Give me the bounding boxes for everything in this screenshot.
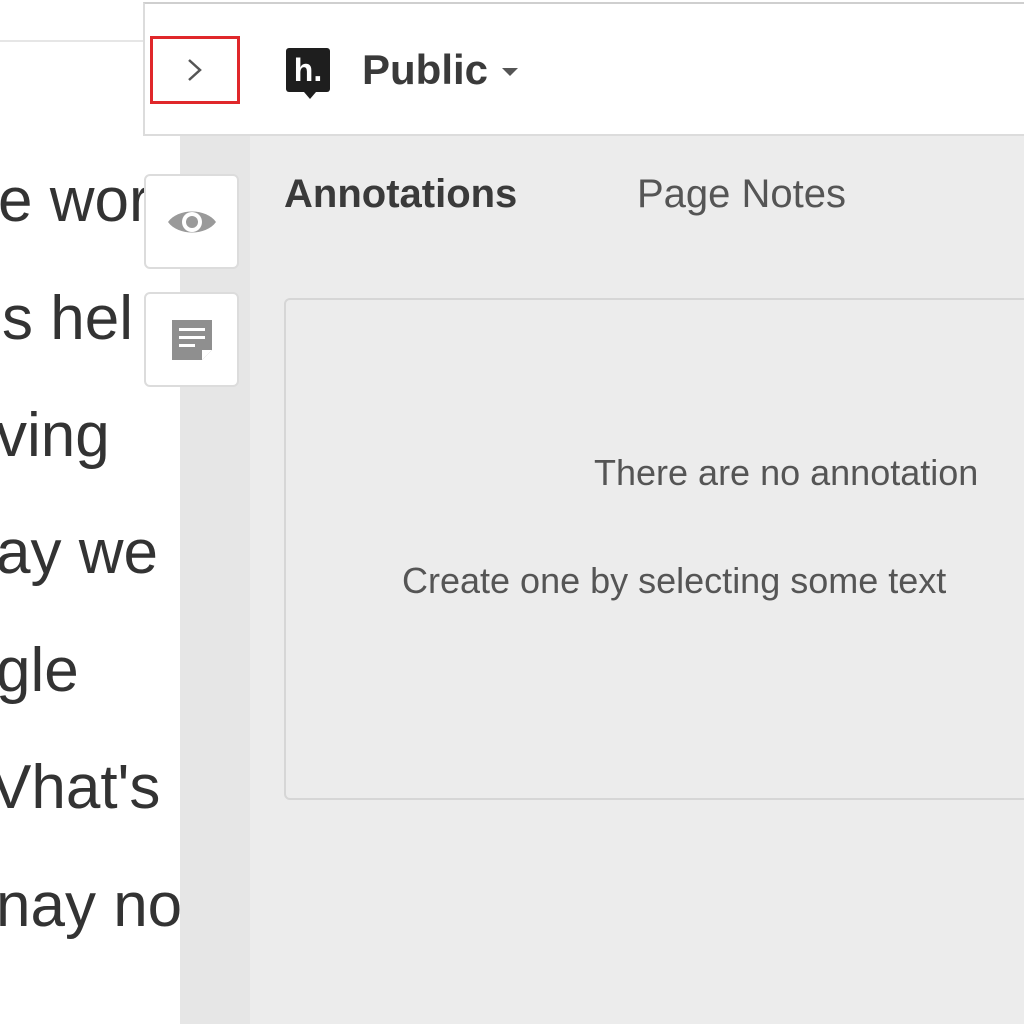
new-page-note-button[interactable] [144, 292, 239, 387]
hypothesis-logo[interactable]: h. [286, 48, 330, 99]
sidebar-edge [180, 136, 250, 1024]
eye-icon [167, 211, 216, 232]
caret-down-icon [502, 68, 519, 76]
logo-text: h. [293, 51, 323, 88]
page-text-line: ving [0, 401, 110, 470]
page-note-icon [171, 319, 212, 360]
sidebar-top-bar [143, 2, 1024, 136]
group-selector[interactable]: Public [362, 44, 519, 96]
background-page: e worl s hel ving ay we gle Vhat's nay n… [0, 0, 180, 1024]
page-text-line: Vhat's [0, 753, 161, 822]
group-label: Public [362, 46, 489, 93]
chevron-right-icon [188, 59, 202, 81]
sidebar-toggle-button[interactable] [150, 36, 240, 104]
empty-state-message: There are no annotation [594, 452, 979, 493]
empty-state-hint: Create one by selecting some text [402, 560, 947, 601]
empty-state-card [284, 298, 1024, 800]
show-highlights-button[interactable] [144, 174, 239, 269]
page-text-line: gle [0, 636, 79, 705]
tab-annotations[interactable]: Annotations [284, 172, 517, 217]
page-text-line: ay we [0, 518, 158, 587]
page-text-line: nay not [0, 871, 180, 940]
tab-page-notes[interactable]: Page Notes [637, 172, 846, 217]
